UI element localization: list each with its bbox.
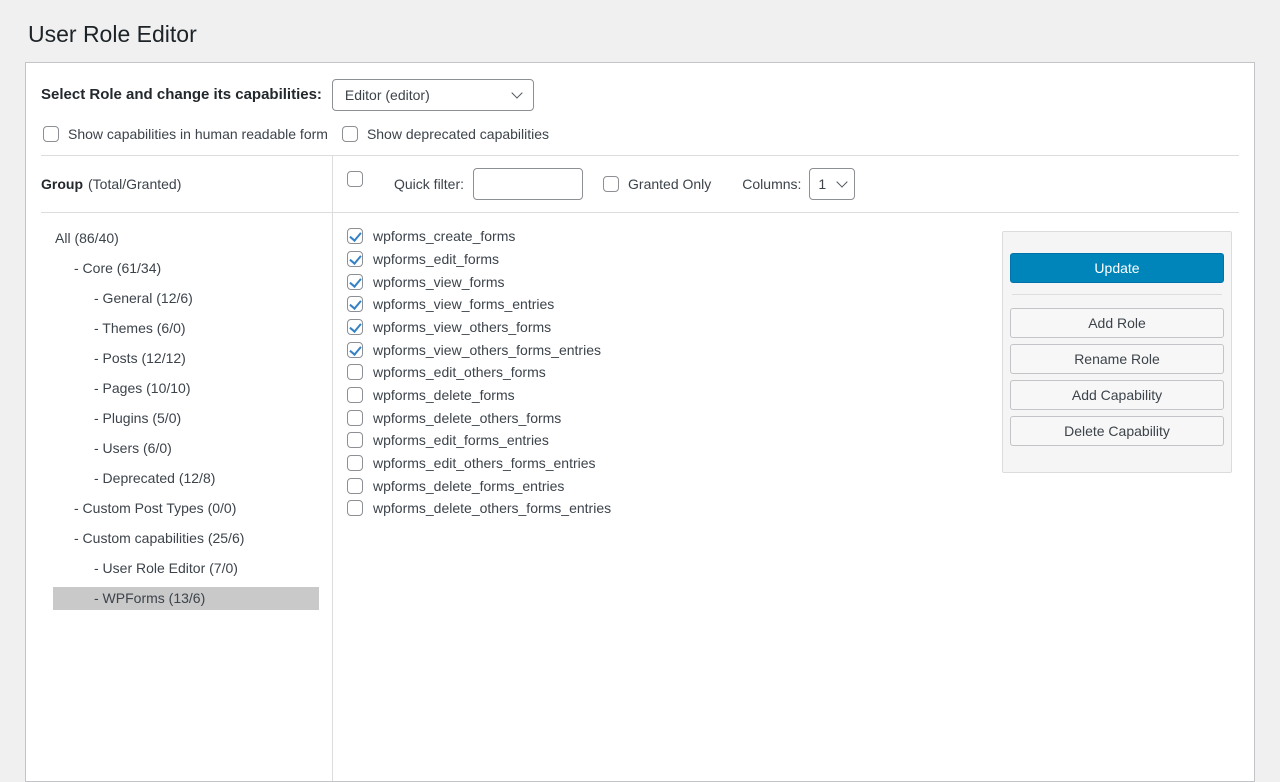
capabilities-area: wpforms_create_forms wpforms_edit_forms … xyxy=(333,213,1254,781)
group-header: Group (Total/Granted) xyxy=(26,156,332,212)
toggles-row: Show capabilities in human readable form… xyxy=(26,111,1254,155)
rename-role-button[interactable]: Rename Role xyxy=(1010,344,1224,374)
capability-label: wpforms_create_forms xyxy=(373,228,515,244)
capability-checkbox[interactable] xyxy=(347,319,363,335)
show-deprecated-label: Show deprecated capabilities xyxy=(367,126,549,142)
select-role-label: Select Role and change its capabilities: xyxy=(41,86,322,103)
quick-filter-label: Quick filter: xyxy=(394,176,464,192)
group-tree-item-wpforms[interactable]: - WPForms (13/6) xyxy=(53,587,319,610)
capability-label: wpforms_edit_forms xyxy=(373,251,499,267)
granted-only-label: Granted Only xyxy=(628,176,711,192)
capability-checkbox[interactable] xyxy=(347,500,363,516)
group-tree-item-custom-post-types[interactable]: - Custom Post Types (0/0) xyxy=(53,497,319,520)
capability-checkbox[interactable] xyxy=(347,274,363,290)
capability-checkbox[interactable] xyxy=(347,228,363,244)
capability-label: wpforms_view_forms xyxy=(373,274,504,290)
capability-row: wpforms_view_forms_entries xyxy=(347,293,1002,316)
capability-row: wpforms_view_forms xyxy=(347,270,1002,293)
quick-filter-input[interactable] xyxy=(473,168,583,200)
capability-row: wpforms_edit_others_forms_entries xyxy=(347,452,1002,475)
capability-checkbox[interactable] xyxy=(347,410,363,426)
columns-select-value: 1 xyxy=(818,176,826,192)
group-tree-item-user-role-editor[interactable]: - User Role Editor (7/0) xyxy=(53,557,319,580)
capability-label: wpforms_delete_others_forms xyxy=(373,410,561,426)
capability-label: wpforms_edit_forms_entries xyxy=(373,432,549,448)
columns-label: Columns: xyxy=(742,176,801,192)
capability-row: wpforms_edit_forms_entries xyxy=(347,429,1002,452)
group-header-title: Group xyxy=(41,176,83,192)
group-tree-item-pages[interactable]: - Pages (10/10) xyxy=(53,377,319,400)
page-title: User Role Editor xyxy=(0,0,1280,62)
capability-row: wpforms_delete_forms xyxy=(347,384,1002,407)
select-all-checkbox[interactable] xyxy=(347,171,363,187)
group-tree-item-all[interactable]: All (86/40) xyxy=(53,227,319,250)
group-tree-item-themes[interactable]: - Themes (6/0) xyxy=(53,317,319,340)
role-row: Select Role and change its capabilities:… xyxy=(26,63,1254,111)
role-select[interactable]: Editor (editor) xyxy=(332,79,534,111)
capability-checkbox[interactable] xyxy=(347,432,363,448)
capabilities-list: wpforms_create_forms wpforms_edit_forms … xyxy=(333,213,1002,781)
group-tree-item-core[interactable]: - Core (61/34) xyxy=(53,257,319,280)
capability-row: wpforms_edit_forms xyxy=(347,248,1002,271)
columns-select[interactable]: 1 xyxy=(809,168,855,200)
horizontal-divider xyxy=(1012,294,1222,295)
user-role-editor-panel: Select Role and change its capabilities:… xyxy=(25,62,1255,782)
group-tree-item-users[interactable]: - Users (6/0) xyxy=(53,437,319,460)
capability-label: wpforms_edit_others_forms xyxy=(373,364,546,380)
capability-row: wpforms_edit_others_forms xyxy=(347,361,1002,384)
capability-checkbox[interactable] xyxy=(347,387,363,403)
capability-row: wpforms_view_others_forms_entries xyxy=(347,338,1002,361)
add-capability-button[interactable]: Add Capability xyxy=(1010,380,1224,410)
add-role-button[interactable]: Add Role xyxy=(1010,308,1224,338)
filter-row: Quick filter: Granted Only Columns: 1 xyxy=(333,156,1254,212)
group-tree-item-posts[interactable]: - Posts (12/12) xyxy=(53,347,319,370)
update-button[interactable]: Update xyxy=(1010,253,1224,283)
capability-label: wpforms_view_others_forms_entries xyxy=(373,342,601,358)
granted-only-checkbox[interactable] xyxy=(603,176,619,192)
groups-column: Group (Total/Granted) All (86/40) - Core… xyxy=(26,156,332,781)
group-header-subtitle: (Total/Granted) xyxy=(88,176,181,192)
capability-row: wpforms_view_others_forms xyxy=(347,316,1002,339)
human-readable-label: Show capabilities in human readable form xyxy=(68,126,328,142)
capabilities-column: Quick filter: Granted Only Columns: 1 wp… xyxy=(332,156,1254,781)
group-tree-item-general[interactable]: - General (12/6) xyxy=(53,287,319,310)
group-tree: All (86/40) - Core (61/34) - General (12… xyxy=(26,213,332,617)
chevron-down-icon xyxy=(837,176,848,187)
capability-checkbox[interactable] xyxy=(347,342,363,358)
capability-checkbox[interactable] xyxy=(347,455,363,471)
group-tree-item-custom-capabilities[interactable]: - Custom capabilities (25/6) xyxy=(53,527,319,550)
capability-label: wpforms_edit_others_forms_entries xyxy=(373,455,596,471)
show-deprecated-checkbox[interactable] xyxy=(342,126,358,142)
capability-row: wpforms_create_forms xyxy=(347,225,1002,248)
capability-row: wpforms_delete_others_forms_entries xyxy=(347,497,1002,520)
actions-panel: Update Add Role Rename Role Add Capabili… xyxy=(1002,231,1232,473)
capability-row: wpforms_delete_forms_entries xyxy=(347,474,1002,497)
capability-label: wpforms_view_others_forms xyxy=(373,319,551,335)
capability-label: wpforms_delete_forms_entries xyxy=(373,478,564,494)
delete-capability-button[interactable]: Delete Capability xyxy=(1010,416,1224,446)
group-tree-item-deprecated[interactable]: - Deprecated (12/8) xyxy=(53,467,319,490)
capability-label: wpforms_delete_forms xyxy=(373,387,515,403)
chevron-down-icon xyxy=(511,87,522,98)
capability-label: wpforms_delete_others_forms_entries xyxy=(373,500,611,516)
capability-checkbox[interactable] xyxy=(347,478,363,494)
group-tree-item-plugins[interactable]: - Plugins (5/0) xyxy=(53,407,319,430)
capability-row: wpforms_delete_others_forms xyxy=(347,406,1002,429)
capability-checkbox[interactable] xyxy=(347,251,363,267)
role-select-value: Editor (editor) xyxy=(345,87,430,103)
main-area: Group (Total/Granted) All (86/40) - Core… xyxy=(26,156,1254,781)
capability-label: wpforms_view_forms_entries xyxy=(373,296,554,312)
human-readable-checkbox[interactable] xyxy=(43,126,59,142)
capability-checkbox[interactable] xyxy=(347,364,363,380)
capability-checkbox[interactable] xyxy=(347,296,363,312)
